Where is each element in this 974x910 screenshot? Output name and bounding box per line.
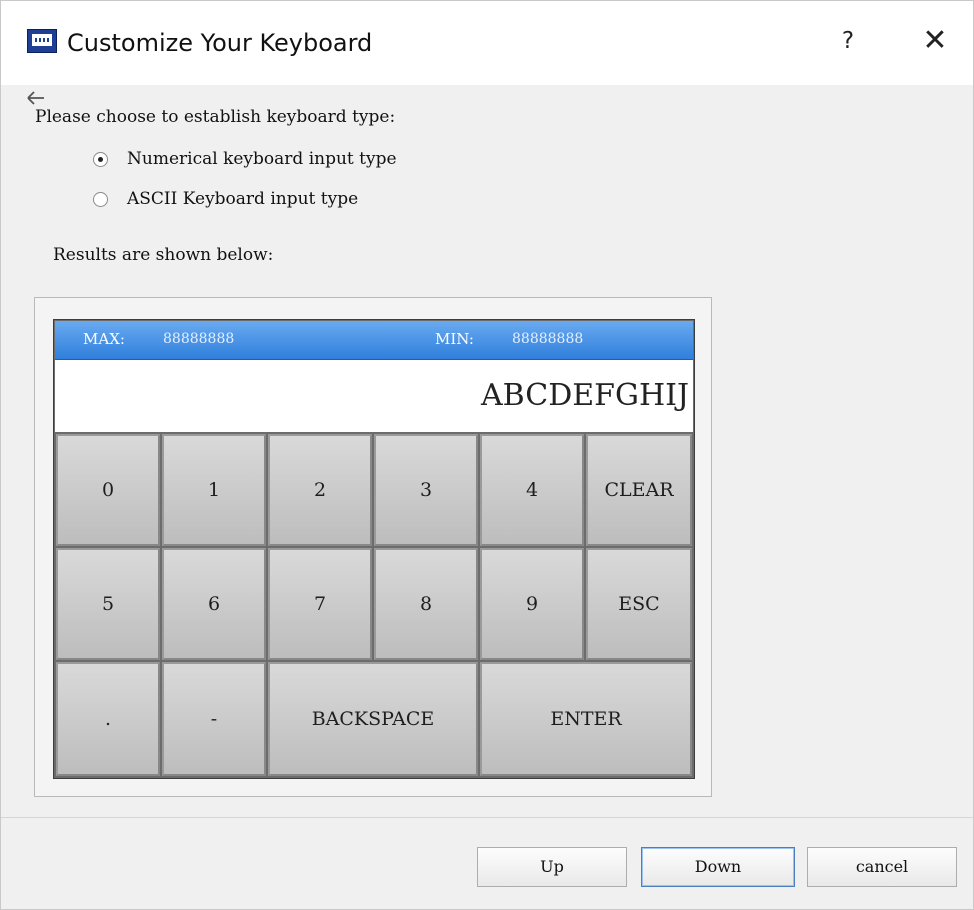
key-backspace[interactable]: BACKSPACE bbox=[268, 662, 478, 776]
max-label: MAX: bbox=[83, 330, 125, 348]
title-bar: Customize Your Keyboard ? ✕ bbox=[1, 1, 973, 85]
min-value: 88888888 bbox=[512, 331, 584, 347]
key-4[interactable]: 4 bbox=[480, 434, 584, 546]
key-9[interactable]: 9 bbox=[480, 548, 584, 660]
radio-button-selected[interactable] bbox=[93, 152, 108, 167]
cancel-button[interactable]: cancel bbox=[807, 847, 957, 887]
key-3[interactable]: 3 bbox=[374, 434, 478, 546]
key-enter[interactable]: ENTER bbox=[480, 662, 692, 776]
footer-separator bbox=[1, 817, 973, 818]
max-value: 88888888 bbox=[163, 331, 235, 347]
customize-keyboard-dialog: Customize Your Keyboard ? ✕ Please choos… bbox=[0, 0, 974, 910]
key-clear[interactable]: CLEAR bbox=[586, 434, 692, 546]
keypad-display: ABCDEFGHIJ bbox=[55, 360, 693, 432]
help-button[interactable]: ? bbox=[833, 23, 863, 59]
key-minus[interactable]: - bbox=[162, 662, 266, 776]
ascii-keyboard-label: ASCII Keyboard input type bbox=[127, 189, 359, 209]
key-dot[interactable]: . bbox=[56, 662, 160, 776]
numerical-keyboard-label: Numerical keyboard input type bbox=[127, 149, 397, 169]
key-6[interactable]: 6 bbox=[162, 548, 266, 660]
window-title: Customize Your Keyboard bbox=[67, 29, 373, 57]
down-button[interactable]: Down bbox=[641, 847, 795, 887]
key-1[interactable]: 1 bbox=[162, 434, 266, 546]
key-0[interactable]: 0 bbox=[56, 434, 160, 546]
keypad-display-text: ABCDEFGHIJ bbox=[481, 378, 689, 413]
up-button[interactable]: Up bbox=[477, 847, 627, 887]
key-esc[interactable]: ESC bbox=[586, 548, 692, 660]
key-5[interactable]: 5 bbox=[56, 548, 160, 660]
keyboard-type-prompt: Please choose to establish keyboard type… bbox=[35, 107, 396, 127]
keypad-header: MAX: 88888888 MIN: 88888888 bbox=[55, 321, 693, 360]
results-label: Results are shown below: bbox=[53, 245, 274, 265]
key-8[interactable]: 8 bbox=[374, 548, 478, 660]
keypad-preview: MAX: 88888888 MIN: 88888888 ABCDEFGHIJ 0… bbox=[53, 319, 695, 779]
min-label: MIN: bbox=[435, 330, 474, 348]
radio-button[interactable] bbox=[93, 192, 108, 207]
hmi-icon bbox=[27, 29, 57, 53]
key-7[interactable]: 7 bbox=[268, 548, 372, 660]
key-2[interactable]: 2 bbox=[268, 434, 372, 546]
close-button[interactable]: ✕ bbox=[915, 23, 955, 59]
